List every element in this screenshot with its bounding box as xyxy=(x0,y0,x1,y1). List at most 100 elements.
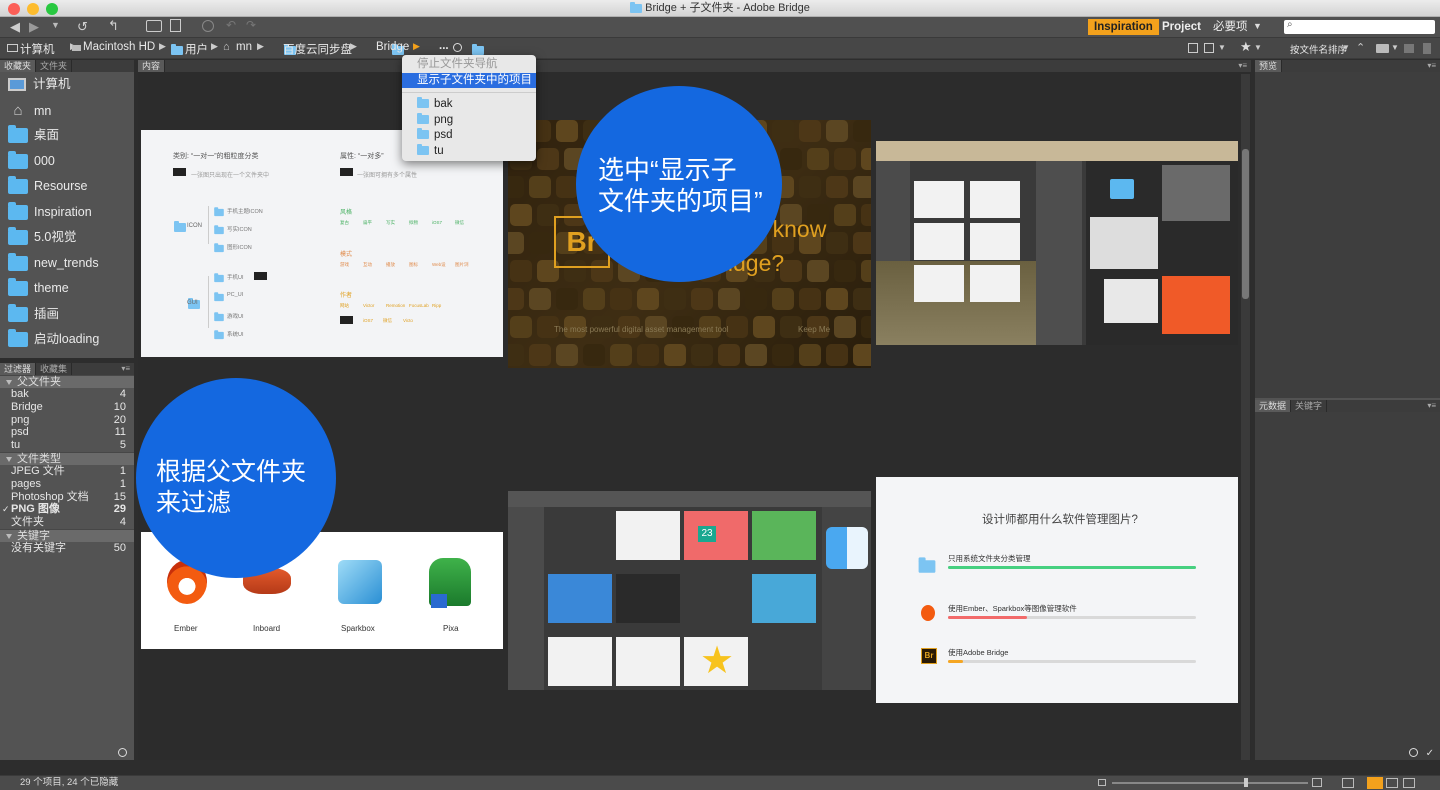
rotate-right-icon[interactable]: ↷ xyxy=(246,18,256,32)
tab-preview[interactable]: 预览 xyxy=(1255,60,1283,72)
history-dropdown-icon[interactable]: ▼ xyxy=(51,20,60,30)
favorite-item[interactable]: Resourse xyxy=(0,174,134,200)
list-view-icon[interactable] xyxy=(1204,43,1214,53)
favorite-item[interactable]: Inspiration xyxy=(0,200,134,226)
view-dropdown-icon[interactable]: ▼ xyxy=(1218,43,1226,52)
menu-item-show-subfolder-items[interactable]: 显示子文件夹中的项目 xyxy=(402,72,536,88)
panel-menu-icon[interactable]: ▾≡ xyxy=(1238,60,1247,72)
star-filter-icon[interactable]: ★ xyxy=(1240,39,1252,55)
favorite-item[interactable]: 计算机 xyxy=(0,72,134,98)
clear-icon[interactable] xyxy=(1409,748,1418,757)
breadcrumb-macintosh-hd[interactable]: Macintosh HD xyxy=(83,41,155,53)
clear-filter-icon[interactable] xyxy=(118,748,127,757)
thumbnail-bridge-ui[interactable] xyxy=(876,141,1238,345)
filter-row[interactable]: Bridge 10 xyxy=(0,401,134,414)
filter-row[interactable]: 文件夹 4 xyxy=(0,516,134,529)
workspace-project[interactable]: Project xyxy=(1162,19,1201,35)
menu-item-folder[interactable]: tu xyxy=(402,143,536,160)
tab-metadata[interactable]: 元数据 xyxy=(1255,400,1292,412)
workspace-inspiration[interactable]: Inspiration xyxy=(1088,19,1159,35)
favorite-item[interactable]: 桌面 xyxy=(0,123,134,149)
favorite-item[interactable]: 000 xyxy=(0,149,134,175)
rotate-left-icon[interactable]: ↶ xyxy=(226,18,236,32)
sort-dropdown[interactable]: 按文件名排序 xyxy=(1290,42,1347,56)
menu-item-folder[interactable]: psd xyxy=(402,128,536,144)
thumbnail-app-grid[interactable]: 23 ★ xyxy=(508,491,871,690)
filter-section-header[interactable]: 父文件夹 xyxy=(0,375,134,388)
tab-content[interactable]: 内容 xyxy=(138,60,166,72)
chevron-right-icon: ▶ xyxy=(257,41,264,51)
search-input[interactable]: ⌕ xyxy=(1284,19,1435,34)
recent-folder-icon[interactable]: ↺ xyxy=(77,19,88,35)
zoom-window-button[interactable] xyxy=(46,3,58,15)
favorite-item[interactable]: 启动loading xyxy=(0,327,134,353)
minimize-window-button[interactable] xyxy=(27,3,39,15)
camera-icon[interactable] xyxy=(146,20,162,32)
trash-icon[interactable] xyxy=(1423,43,1431,54)
open-folder-icon[interactable] xyxy=(1376,44,1389,53)
filter-row[interactable]: bak 4 xyxy=(0,388,134,401)
sort-dropdown-icon[interactable]: ▼ xyxy=(1342,43,1350,52)
breadcrumb-mn[interactable]: mn xyxy=(236,41,252,53)
folder-dropdown-icon[interactable]: ▼ xyxy=(1391,43,1399,52)
grid-lock-icon[interactable] xyxy=(1342,778,1354,788)
view-list-icon[interactable] xyxy=(1403,778,1415,788)
forward-arrow-icon[interactable]: ▶ xyxy=(29,19,39,35)
star-dropdown-icon[interactable]: ▼ xyxy=(1254,43,1262,52)
menu-item-folder[interactable]: png xyxy=(402,112,536,129)
breadcrumb-users[interactable]: 用户 xyxy=(185,41,208,57)
menu-item-folder[interactable]: bak xyxy=(402,97,536,113)
back-arrow-icon[interactable]: ◀ xyxy=(10,19,20,35)
filter-row[interactable]: Photoshop 文档 15 xyxy=(0,491,134,504)
favorite-item[interactable]: theme xyxy=(0,276,134,302)
panel-menu-icon[interactable]: ▾≡ xyxy=(1427,60,1436,72)
filter-row[interactable]: psd 11 xyxy=(0,426,134,439)
scrollbar-thumb[interactable] xyxy=(1242,149,1249,299)
zoom-in-icon[interactable] xyxy=(1312,778,1322,787)
view-details-icon[interactable] xyxy=(1386,778,1398,788)
thumbnail-survey[interactable]: 设计师都用什么软件管理图片? 只用系统文件夹分类管理 使用Ember、Sparkb… xyxy=(876,477,1238,703)
check-icon[interactable]: ✓ xyxy=(1426,748,1434,759)
workspace-essentials[interactable]: 必要项 xyxy=(1213,19,1248,35)
thumbnail-size-slider[interactable] xyxy=(1112,778,1308,787)
no-entry-icon[interactable] xyxy=(453,43,462,52)
breadcrumb-more[interactable]: ... xyxy=(439,40,449,52)
tab-filter[interactable]: 过滤器 xyxy=(0,363,37,375)
refine-icon[interactable] xyxy=(202,20,214,32)
view-thumbnails-icon[interactable] xyxy=(1367,777,1383,789)
menu-item-stop-navigation[interactable]: 停止文件夹导航 xyxy=(402,57,536,73)
filter-row[interactable]: 没有关键字 50 xyxy=(0,542,134,555)
favorite-item[interactable]: 插画 xyxy=(0,302,134,328)
favorite-item[interactable]: new_trends xyxy=(0,251,134,277)
return-icon[interactable]: ↰ xyxy=(108,18,119,34)
favorite-item[interactable]: 5.0视觉 xyxy=(0,225,134,251)
panel-menu-icon[interactable]: ▾≡ xyxy=(121,363,130,375)
content-scrollbar[interactable] xyxy=(1241,74,1250,760)
zoom-out-icon[interactable] xyxy=(1098,779,1106,786)
sort-direction-icon[interactable]: ⌃ xyxy=(1356,41,1365,54)
filter-row[interactable]: png 20 xyxy=(0,414,134,427)
panel-menu-icon[interactable]: ▾≡ xyxy=(1427,400,1436,412)
chevron-right-icon[interactable]: ▶ xyxy=(413,41,420,52)
filter-row[interactable]: tu 5 xyxy=(0,439,134,452)
tab-collections[interactable]: 收藏集 xyxy=(36,363,73,375)
filter-row[interactable]: JPEG 文件 1 xyxy=(0,465,134,478)
favorite-item[interactable]: ⌂ mn xyxy=(0,98,134,124)
slider-handle[interactable] xyxy=(1244,778,1248,787)
breadcrumb-computer[interactable]: 计算机 xyxy=(20,41,55,57)
close-window-button[interactable] xyxy=(8,3,20,15)
breadcrumb-bridge[interactable]: Bridge xyxy=(376,41,409,53)
thumbnail-mindmap[interactable]: 类别: “一对一”的粗粒度分类 一张图只出现在一个文件夹中 属性: “一对多” … xyxy=(141,130,503,357)
filter-row[interactable]: pages 1 xyxy=(0,478,134,491)
workspace-dropdown-icon[interactable]: ▼ xyxy=(1253,21,1262,31)
grid-view-icon[interactable] xyxy=(1188,43,1198,53)
new-folder-icon[interactable] xyxy=(1404,44,1414,53)
filter-section-header[interactable]: 关键字 xyxy=(0,528,134,542)
copy-icon[interactable] xyxy=(170,19,181,32)
filter-row[interactable]: ✓ PNG 图像 29 xyxy=(0,503,134,516)
tab-keywords[interactable]: 关键字 xyxy=(1291,400,1328,412)
filter-section-header[interactable]: 文件类型 xyxy=(0,451,134,465)
breadcrumb-baidu[interactable]: 百度云同步盘 xyxy=(283,41,352,57)
tab-favorites[interactable]: 收藏夹 xyxy=(0,60,37,72)
tab-folders[interactable]: 文件夹 xyxy=(36,60,73,72)
